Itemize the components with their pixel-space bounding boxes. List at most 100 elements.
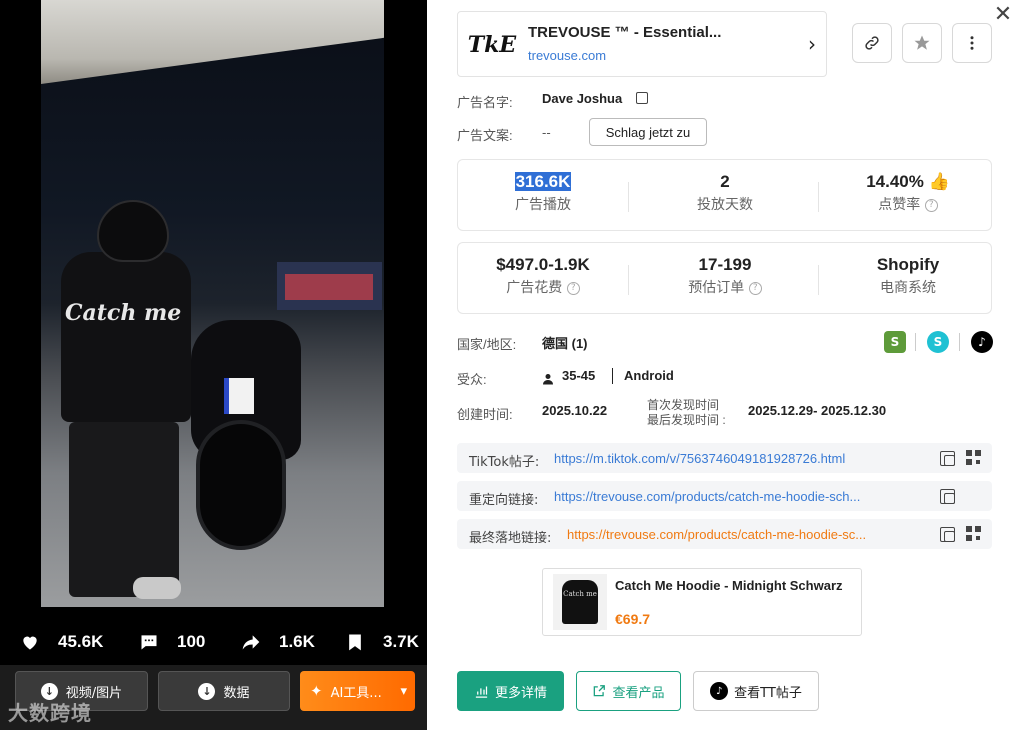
metric-days-label: 投放天数 — [697, 197, 753, 213]
metric-plays-value: 316.6K — [514, 172, 572, 191]
help-icon[interactable]: ? — [748, 281, 762, 295]
divider — [818, 182, 819, 212]
likes-stat: 45.6K — [20, 632, 103, 652]
divider — [915, 333, 916, 351]
helmet — [97, 200, 169, 262]
metric-orders-label: 预估订单 — [688, 280, 745, 296]
help-icon[interactable]: ? — [566, 281, 580, 295]
motorcycle-wheel — [196, 420, 286, 550]
shop-logo: TkE — [467, 32, 517, 58]
audience-age: 35-45 — [562, 368, 596, 383]
copy-link-button[interactable] — [852, 23, 892, 63]
shop-title: TREVOUSE ™ - Essential... — [528, 24, 722, 41]
shop-url[interactable]: trevouse.com — [528, 48, 606, 63]
more-button[interactable] — [952, 23, 992, 63]
copy-icon[interactable] — [636, 92, 648, 104]
link-row-landing: 最终落地链接: https://trevouse.com/products/ca… — [457, 519, 992, 549]
metric-days-value: 2 — [720, 172, 730, 191]
region-value: 德国 (1) — [542, 336, 588, 351]
ai-tools-button[interactable]: ✦ AI工具... ▾ — [300, 671, 415, 711]
saves-stat: 3.7K — [345, 632, 419, 652]
more-details-label: 更多详情 — [494, 685, 547, 701]
user-icon — [542, 370, 554, 385]
divider — [612, 368, 613, 384]
sparkle-icon: ✦ — [310, 682, 323, 700]
copy-icon[interactable] — [940, 451, 955, 466]
copy-icon[interactable] — [940, 489, 955, 504]
metric-platform-label: 电商系统 — [880, 280, 936, 296]
likes-count: 45.6K — [58, 632, 104, 651]
comments-count: 100 — [177, 632, 206, 651]
help-icon[interactable]: ? — [924, 198, 938, 212]
shopify-icon: S — [884, 331, 906, 353]
hoodie-print: Catch me — [65, 300, 182, 326]
region-label: 国家/地区: — [457, 337, 517, 352]
ad-detail-panel: ✕ TkE TREVOUSE ™ - Essential... trevouse… — [427, 0, 1019, 730]
ad-copy-value: -- — [542, 125, 551, 140]
download-data-label: 数据 — [223, 685, 250, 701]
ai-dropdown-icon[interactable]: ▾ — [400, 684, 407, 699]
shares-stat: 1.6K — [241, 632, 315, 652]
metric-orders: 17-199 预估订单 ? — [640, 255, 810, 297]
gas-station-canopy — [41, 0, 384, 84]
star-icon — [914, 35, 930, 50]
shoplazza-icon: S — [927, 331, 949, 353]
landing-link[interactable]: https://trevouse.com/products/catch-me-h… — [567, 527, 912, 542]
comment-icon — [141, 635, 157, 650]
created-label: 创建时间: — [457, 407, 513, 422]
ad-name: Dave Joshua — [542, 91, 623, 106]
metric-like-rate-value: 14.40% — [866, 172, 924, 191]
metrics-box-performance: 316.6K 广告播放 2 投放天数 14.40% 👍 点赞率 ? — [457, 159, 992, 231]
divider — [628, 265, 629, 295]
download-data-button[interactable]: ↓ 数据 — [158, 671, 290, 711]
divider — [959, 333, 960, 351]
ad-copy-label: 广告文案: — [457, 128, 513, 143]
download-icon: ↓ — [198, 682, 216, 700]
product-image: Catch me — [562, 580, 598, 624]
heart-icon — [23, 636, 37, 650]
seen-range: 2025.12.29- 2025.12.30 — [748, 403, 887, 418]
more-details-button[interactable]: 更多详情 — [457, 671, 564, 711]
shoe — [133, 577, 181, 599]
saves-count: 3.7K — [383, 632, 419, 651]
watermark: 大数跨境 — [8, 701, 92, 725]
metric-plays-label: 广告播放 — [515, 197, 571, 213]
share-icon — [242, 635, 260, 650]
video-preview[interactable]: Catch me — [41, 0, 384, 607]
favorite-button[interactable] — [902, 23, 942, 63]
tiktok-icon: ♪ — [710, 682, 729, 700]
metric-platform-value: Shopify — [876, 255, 940, 274]
product-card[interactable]: Catch me Catch Me Hoodie - Midnight Schw… — [542, 568, 862, 636]
person-figure: Catch me — [49, 200, 191, 607]
chart-icon — [475, 686, 488, 698]
shop-card[interactable]: TkE TREVOUSE ™ - Essential... trevouse.c… — [457, 11, 827, 77]
tiktok-link[interactable]: https://m.tiktok.com/v/75637460491819287… — [554, 451, 912, 466]
engagement-stats: 45.6K 100 1.6K 3.7K — [0, 628, 427, 660]
chevron-right-icon: › — [808, 32, 816, 56]
metric-like-rate-label: 点赞率 — [878, 197, 921, 213]
media-panel: Catch me 45.6K 100 1.6K 3.7K ↓ 视频/图片 ↓ 数… — [0, 0, 427, 730]
building-sign — [285, 274, 373, 300]
qr-code-icon[interactable] — [966, 526, 981, 541]
bookmark-icon — [349, 634, 361, 651]
shares-count: 1.6K — [279, 632, 315, 651]
metric-spend: $497.0-1.9K 广告花费 ? — [458, 255, 628, 297]
product-thumbnail: Catch me — [553, 574, 607, 630]
hoodie — [61, 252, 191, 422]
tiktok-icon: ♪ — [971, 331, 993, 353]
qr-code-icon[interactable] — [966, 450, 981, 465]
view-product-button[interactable]: 查看产品 — [576, 671, 681, 711]
comments-stat: 100 — [139, 632, 205, 652]
close-icon[interactable]: ✕ — [992, 4, 1014, 26]
created-value: 2025.10.22 — [542, 403, 608, 418]
divider — [818, 265, 819, 295]
audience-label: 受众: — [457, 372, 487, 387]
view-tiktok-button[interactable]: ♪ 查看TT帖子 — [693, 671, 819, 711]
cta-tag: Schlag jetzt zu — [589, 118, 707, 146]
metric-spend-label: 广告花费 — [506, 280, 563, 296]
copy-icon[interactable] — [940, 527, 955, 542]
metric-spend-value: $497.0-1.9K — [496, 255, 590, 274]
redirect-link[interactable]: https://trevouse.com/products/catch-me-h… — [554, 489, 912, 504]
landing-link-label: 最终落地链接: — [469, 531, 552, 546]
product-price: €69.7 — [615, 611, 651, 627]
